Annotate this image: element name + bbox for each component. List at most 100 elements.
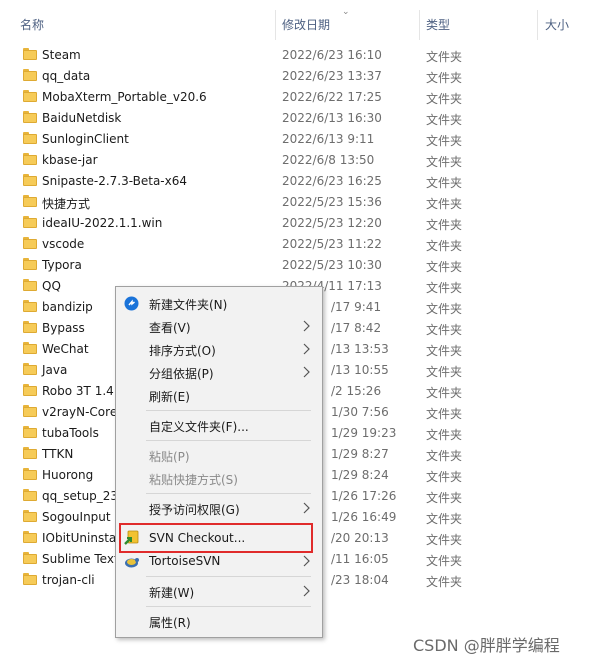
column-date-header[interactable]: 修改日期 (282, 16, 330, 33)
menu-item-sort-by[interactable]: 排序方式(O) (116, 338, 322, 361)
column-divider[interactable] (275, 10, 276, 40)
folder-icon (23, 279, 37, 291)
column-size-header[interactable]: 大小 (545, 16, 569, 33)
file-name: Robo 3T 1.4 (42, 384, 114, 398)
file-row[interactable]: ideaIU-2022.1.1.win 2022/5/23 12:20 文件夹 (0, 213, 601, 234)
folder-icon (23, 384, 37, 396)
file-date: 1/29 8:24 (331, 468, 389, 482)
folder-icon (23, 195, 37, 207)
file-row[interactable]: SunloginClient 2022/6/13 9:11 文件夹 (0, 129, 601, 150)
menu-item-tortoisesvn[interactable]: TortoiseSVN (116, 550, 322, 573)
file-row[interactable]: 快捷方式 2022/5/23 15:36 文件夹 (0, 192, 601, 213)
folder-icon (23, 342, 37, 354)
file-row[interactable]: vscode 2022/5/23 11:22 文件夹 (0, 234, 601, 255)
folder-icon (23, 69, 37, 81)
menu-item-label: 查看(V) (149, 321, 191, 335)
menu-item-label: 粘贴(P) (149, 450, 190, 464)
file-row[interactable]: kbase-jar 2022/6/8 13:50 文件夹 (0, 150, 601, 171)
file-date: 2022/5/23 10:30 (282, 258, 382, 272)
column-name-header[interactable]: 名称 (20, 16, 44, 33)
file-name: MobaXterm_Portable_v20.6 (42, 90, 207, 104)
file-type: 文件夹 (426, 491, 463, 505)
menu-item-new-folder[interactable]: 新建文件夹(N) (116, 292, 322, 315)
menu-item-group-by[interactable]: 分组依据(P) (116, 361, 322, 384)
file-row[interactable]: Snipaste-2.7.3-Beta-x64 2022/6/23 16:25 文件… (0, 171, 601, 192)
file-name: qq_setup_23 (42, 489, 119, 503)
file-row[interactable]: qq_data 2022/6/23 13:37 文件夹 (0, 66, 601, 87)
file-row[interactable]: Typora 2022/5/23 10:30 文件夹 (0, 255, 601, 276)
file-date: 2022/6/22 17:25 (282, 90, 382, 104)
file-row[interactable]: MobaXterm_Portable_v20.6 2022/6/22 17:25 文… (0, 87, 601, 108)
menu-item-view[interactable]: 查看(V) (116, 315, 322, 338)
menu-item-label: 授予访问权限(G) (149, 503, 240, 517)
file-row[interactable]: Steam 2022/6/23 16:10 文件夹 (0, 45, 601, 66)
file-date: 2022/5/23 12:20 (282, 216, 382, 230)
file-date: 1/26 16:49 (331, 510, 397, 524)
file-type: 文件夹 (426, 260, 463, 274)
file-type: 文件夹 (426, 176, 463, 190)
context-menu: 新建文件夹(N) 查看(V) 排序方式(O) 分组依据(P) 刷新(E) 自定义… (115, 286, 323, 638)
file-type: 文件夹 (426, 113, 463, 127)
column-type-header[interactable]: 类型 (426, 16, 450, 33)
folder-icon (23, 531, 37, 543)
file-type: 文件夹 (426, 218, 463, 232)
menu-item-label: 属性(R) (149, 616, 191, 630)
file-date: 1/26 17:26 (331, 489, 397, 503)
file-name: qq_data (42, 69, 91, 83)
file-type: 文件夹 (426, 50, 463, 64)
file-row[interactable]: BaiduNetdisk 2022/6/13 16:30 文件夹 (0, 108, 601, 129)
file-name: Huorong (42, 468, 94, 482)
chevron-right-icon (303, 343, 310, 355)
file-date: 1/30 7:56 (331, 405, 389, 419)
file-type: 文件夹 (426, 554, 463, 568)
menu-item-grant-access[interactable]: 授予访问权限(G) (116, 497, 322, 520)
folder-icon (23, 132, 37, 144)
file-type: 文件夹 (426, 533, 463, 547)
file-date: 2022/6/8 13:50 (282, 153, 375, 167)
file-name: kbase-jar (42, 153, 98, 167)
folder-icon (23, 426, 37, 438)
menu-item-customize-folder[interactable]: 自定义文件夹(F)... (116, 414, 322, 437)
folder-icon (23, 321, 37, 333)
menu-item-label: 自定义文件夹(F)... (149, 420, 249, 434)
file-type: 文件夹 (426, 365, 463, 379)
menu-item-label: 分组依据(P) (149, 367, 214, 381)
menu-separator (146, 410, 311, 411)
file-name: SogouInput (42, 510, 111, 524)
file-type: 文件夹 (426, 92, 463, 106)
file-date: 2022/6/23 16:10 (282, 48, 382, 62)
menu-item-label: 排序方式(O) (149, 344, 216, 358)
chevron-right-icon (303, 366, 310, 378)
file-date: 1/29 8:27 (331, 447, 389, 461)
svn-checkout-highlight (119, 523, 313, 553)
file-name: Java (42, 363, 68, 377)
file-date: 2022/6/23 13:37 (282, 69, 382, 83)
column-divider[interactable] (537, 10, 538, 40)
menu-separator (146, 440, 311, 441)
folder-icon (23, 489, 37, 501)
file-name: ideaIU-2022.1.1.win (42, 216, 163, 230)
folder-icon (23, 111, 37, 123)
chevron-right-icon (303, 585, 310, 597)
tortoisesvn-icon (125, 558, 139, 568)
file-name: TTKN (42, 447, 74, 461)
folder-icon (23, 363, 37, 375)
menu-item-new[interactable]: 新建(W) (116, 580, 322, 603)
new-folder-icon (124, 296, 139, 311)
file-date: /13 13:53 (331, 342, 389, 356)
file-name: Snipaste-2.7.3-Beta-x64 (42, 174, 188, 188)
file-date: /17 8:42 (331, 321, 382, 335)
file-name: SunloginClient (42, 132, 129, 146)
file-name: Typora (42, 258, 82, 272)
file-name: trojan-cli (42, 573, 95, 587)
menu-item-label: 新建文件夹(N) (149, 298, 228, 312)
column-divider[interactable] (419, 10, 420, 40)
menu-item-properties[interactable]: 属性(R) (116, 610, 322, 633)
sort-chevron-icon[interactable]: ⌄ (342, 8, 350, 17)
chevron-right-icon (303, 502, 310, 514)
menu-item-refresh[interactable]: 刷新(E) (116, 384, 322, 407)
folder-icon (23, 510, 37, 522)
file-date: 2022/5/23 11:22 (282, 237, 382, 251)
file-name: tubaTools (42, 426, 99, 440)
file-type: 文件夹 (426, 302, 463, 316)
